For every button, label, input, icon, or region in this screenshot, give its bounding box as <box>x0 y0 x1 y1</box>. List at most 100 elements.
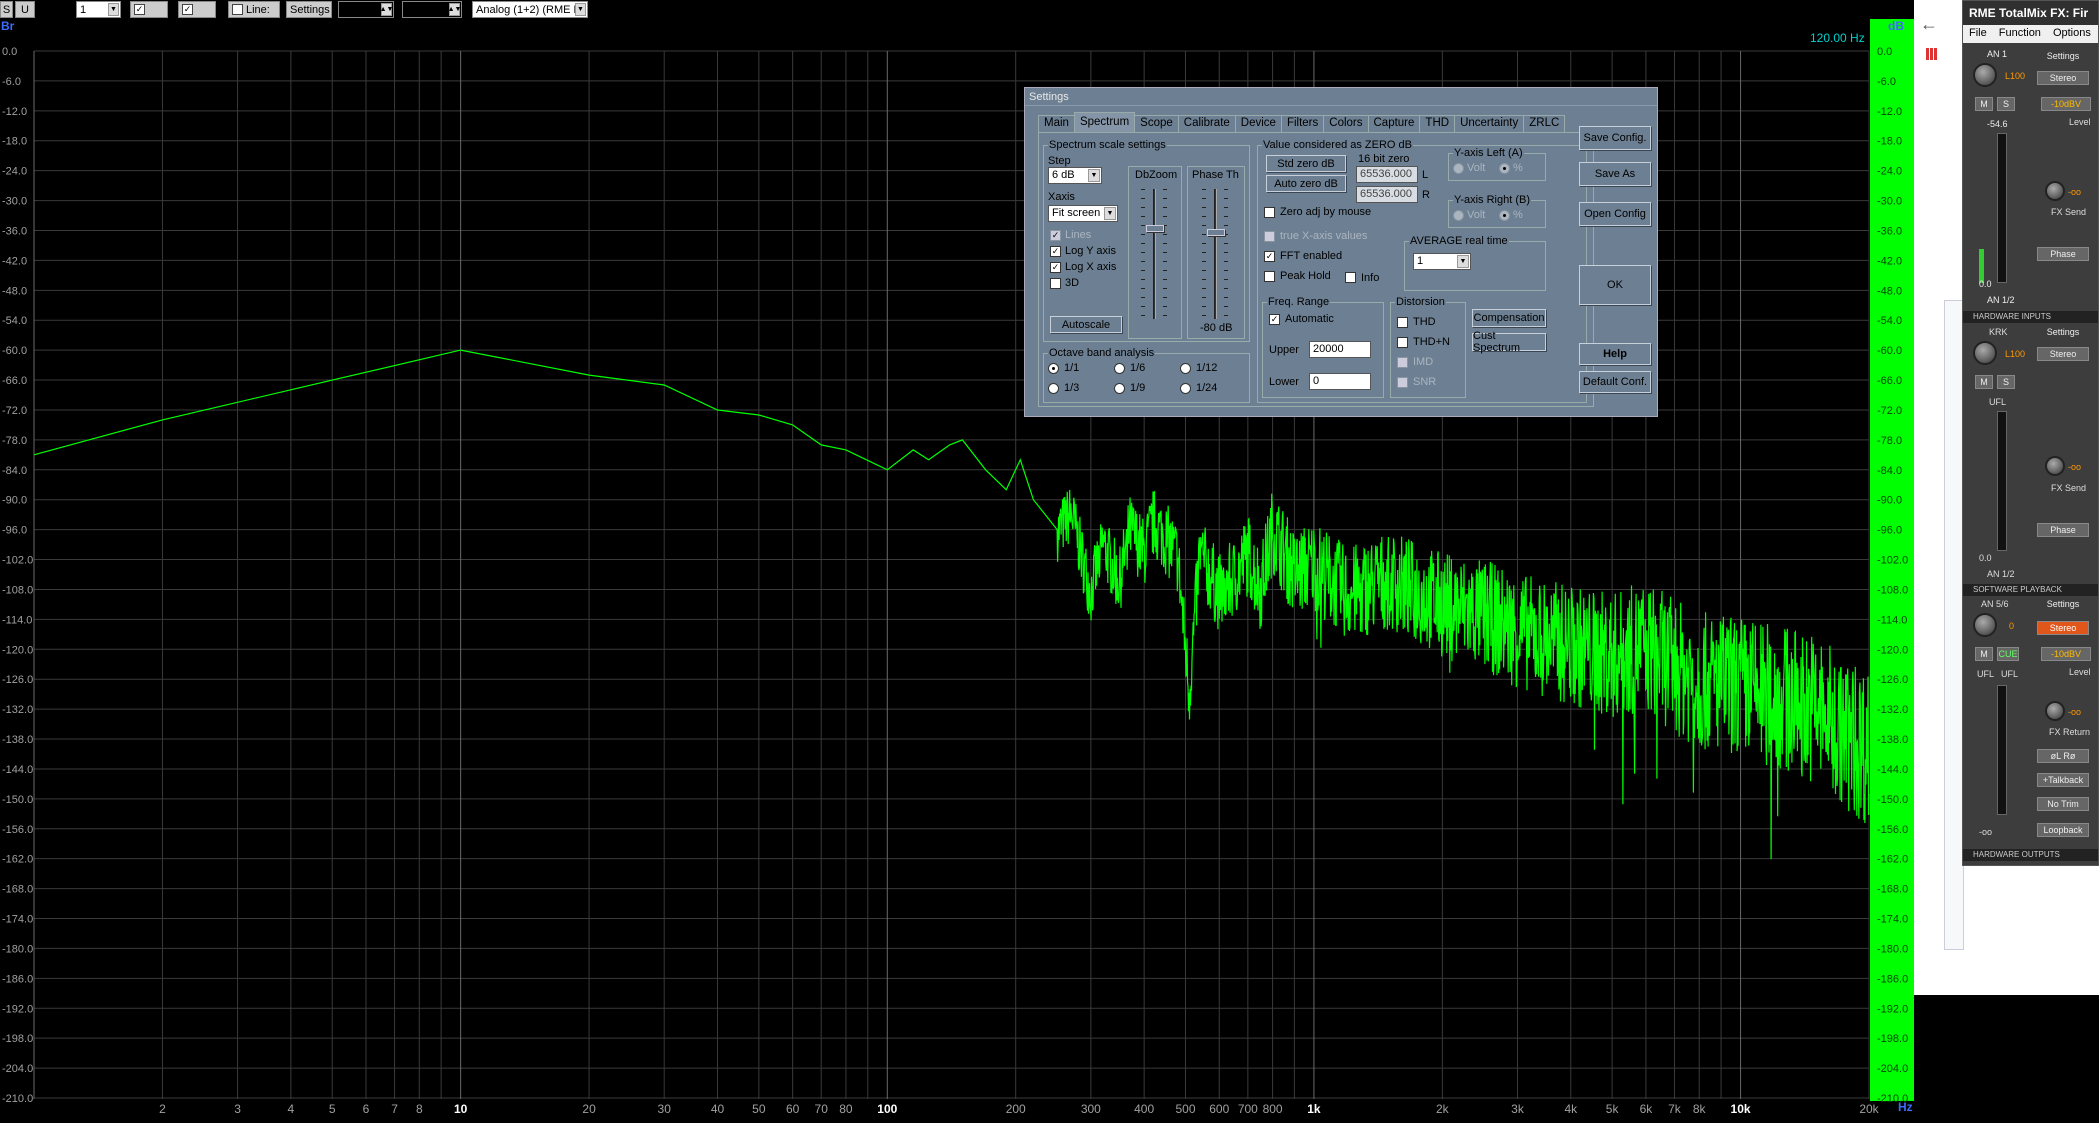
octave-1-1-radio[interactable] <box>1048 363 1059 374</box>
autoscale-button[interactable]: Autoscale <box>1050 316 1122 333</box>
octave-1-3-radio[interactable] <box>1048 383 1059 394</box>
stereo-button-2[interactable]: Stereo <box>2037 347 2089 361</box>
volume-fader[interactable] <box>1997 133 2007 283</box>
settings-label-3[interactable]: Settings <box>2033 597 2093 611</box>
zero-l-field[interactable]: 65536.000 <box>1356 166 1418 183</box>
solo-button[interactable]: S <box>1997 375 2015 389</box>
spinner-1[interactable]: ▲▼ <box>338 1 394 18</box>
log-y-checkbox[interactable]: ✓ <box>1050 246 1061 257</box>
cue-button[interactable]: CUE <box>1997 647 2019 661</box>
device-select[interactable]: Analog (1+2) (RME F ▼ <box>472 1 588 18</box>
menu-options[interactable]: Options <box>2053 27 2091 41</box>
average-select[interactable]: 1 ▼ <box>1413 253 1471 270</box>
snr-checkbox[interactable] <box>1397 377 1408 388</box>
spinner-2[interactable]: ▲▼ <box>402 1 462 18</box>
level-select-1[interactable]: -10dBV <box>2041 97 2091 111</box>
compensation-button[interactable]: Compensation <box>1472 309 1546 327</box>
volt-right-radio[interactable] <box>1453 210 1464 221</box>
true-x-checkbox[interactable] <box>1264 231 1275 242</box>
auto-zero-button[interactable]: Auto zero dB <box>1266 175 1346 192</box>
back-arrow-icon[interactable]: ← <box>1920 14 1938 35</box>
automatic-checkbox[interactable]: ✓ <box>1269 314 1280 325</box>
tab-uncertainty[interactable]: Uncertainty <box>1454 115 1525 132</box>
lines-checkbox[interactable]: ✓ <box>1050 230 1061 241</box>
tab-scope[interactable]: Scope <box>1134 115 1179 132</box>
gain-knob[interactable] <box>1973 63 1997 87</box>
xaxis-select[interactable]: Fit screen ▼ <box>1048 205 1118 222</box>
tab-colors[interactable]: Colors <box>1323 115 1369 132</box>
level-select-3[interactable]: -10dBV <box>2041 647 2091 661</box>
octave-1-6-radio[interactable] <box>1114 363 1125 374</box>
tab-spectrum[interactable]: Spectrum <box>1073 112 1136 132</box>
line-toggle[interactable]: Line: <box>228 1 280 18</box>
toggle-1[interactable]: ✓ <box>130 1 168 18</box>
loopback-button[interactable]: Loopback <box>2037 823 2089 837</box>
dbzoom-slider-thumb[interactable] <box>1146 225 1164 232</box>
step-label: Step <box>1048 155 1071 167</box>
settings-label-2[interactable]: Settings <box>2033 325 2093 339</box>
lower-field[interactable]: 0 <box>1309 373 1371 390</box>
gain-knob[interactable] <box>1973 613 1997 637</box>
octave-1-24-radio[interactable] <box>1180 383 1191 394</box>
zero-adj-checkbox[interactable] <box>1264 207 1275 218</box>
tab-thd[interactable]: THD <box>1419 115 1456 132</box>
log-x-checkbox[interactable]: ✓ <box>1050 262 1061 273</box>
fx-send-knob[interactable] <box>2045 456 2065 476</box>
tab-calibrate[interactable]: Calibrate <box>1177 115 1236 132</box>
phase-button-1[interactable]: Phase <box>2037 247 2089 261</box>
tab-device[interactable]: Device <box>1234 115 1282 132</box>
std-zero-button[interactable]: Std zero dB <box>1266 155 1346 172</box>
help-button[interactable]: Help <box>1579 343 1651 365</box>
settings-button[interactable]: Settings <box>286 1 332 18</box>
tab-filters[interactable]: Filters <box>1280 115 1325 132</box>
fx-return-knob[interactable] <box>2045 701 2065 721</box>
tab-main[interactable]: Main <box>1038 115 1075 132</box>
info-checkbox[interactable] <box>1345 272 1356 283</box>
peak-hold-checkbox[interactable] <box>1264 271 1275 282</box>
zero-r-field[interactable]: 65536.000 <box>1356 186 1418 203</box>
menu-function[interactable]: Function <box>1999 27 2041 41</box>
gain-knob[interactable] <box>1973 341 1997 365</box>
octave-1-12-radio[interactable] <box>1180 363 1191 374</box>
default-conf-button[interactable]: Default Conf. <box>1579 371 1651 393</box>
volume-fader[interactable] <box>1997 685 2007 815</box>
talkback-button[interactable]: +Talkback <box>2037 773 2089 787</box>
mute-button[interactable]: M <box>1975 647 1993 661</box>
u-button[interactable]: U <box>15 1 35 18</box>
mute-button[interactable]: M <box>1975 375 1993 389</box>
tab-capture[interactable]: Capture <box>1367 115 1421 132</box>
toggle-2[interactable]: ✓ <box>178 1 216 18</box>
stereo-button-3[interactable]: Stereo <box>2037 621 2089 635</box>
pct-left-radio[interactable] <box>1499 163 1510 174</box>
stereo-button-1[interactable]: Stereo <box>2037 71 2089 85</box>
settings-label-1[interactable]: Settings <box>2033 49 2093 63</box>
no-trim-button[interactable]: No Trim <box>2037 797 2089 811</box>
step-select[interactable]: 6 dB ▼ <box>1048 167 1102 184</box>
phase-lr-button[interactable]: øL Rø <box>2037 749 2089 763</box>
thdn-checkbox[interactable] <box>1397 337 1408 348</box>
volume-fader[interactable] <box>1997 411 2007 551</box>
apps-icon[interactable] <box>1926 48 1938 60</box>
octave-1-9-radio[interactable] <box>1114 383 1125 394</box>
solo-button[interactable]: S <box>1997 97 2015 111</box>
s-button[interactable]: S <box>0 1 13 18</box>
ok-button[interactable]: OK <box>1579 265 1651 305</box>
save-config-button[interactable]: Save Config. <box>1579 126 1651 150</box>
pct-right-radio[interactable] <box>1499 210 1510 221</box>
upper-field[interactable]: 20000 <box>1309 341 1371 358</box>
menu-file[interactable]: File <box>1969 27 1987 41</box>
save-as-button[interactable]: Save As <box>1579 162 1651 186</box>
open-config-button[interactable]: Open Config <box>1579 202 1651 226</box>
imd-checkbox[interactable] <box>1397 357 1408 368</box>
volt-left-radio[interactable] <box>1453 163 1464 174</box>
thd-checkbox[interactable] <box>1397 317 1408 328</box>
mute-button[interactable]: M <box>1975 97 1993 111</box>
channel-select[interactable]: 1 ▼ <box>76 1 121 18</box>
3d-checkbox[interactable] <box>1050 278 1061 289</box>
phase-slider-thumb[interactable] <box>1207 229 1225 236</box>
fx-send-knob[interactable] <box>2045 181 2065 201</box>
cust-spectrum-button[interactable]: Cust Spectrum <box>1472 330 1546 354</box>
tab-zrlc[interactable]: ZRLC <box>1523 115 1566 132</box>
fft-checkbox[interactable]: ✓ <box>1264 251 1275 262</box>
phase-button-2[interactable]: Phase <box>2037 523 2089 537</box>
